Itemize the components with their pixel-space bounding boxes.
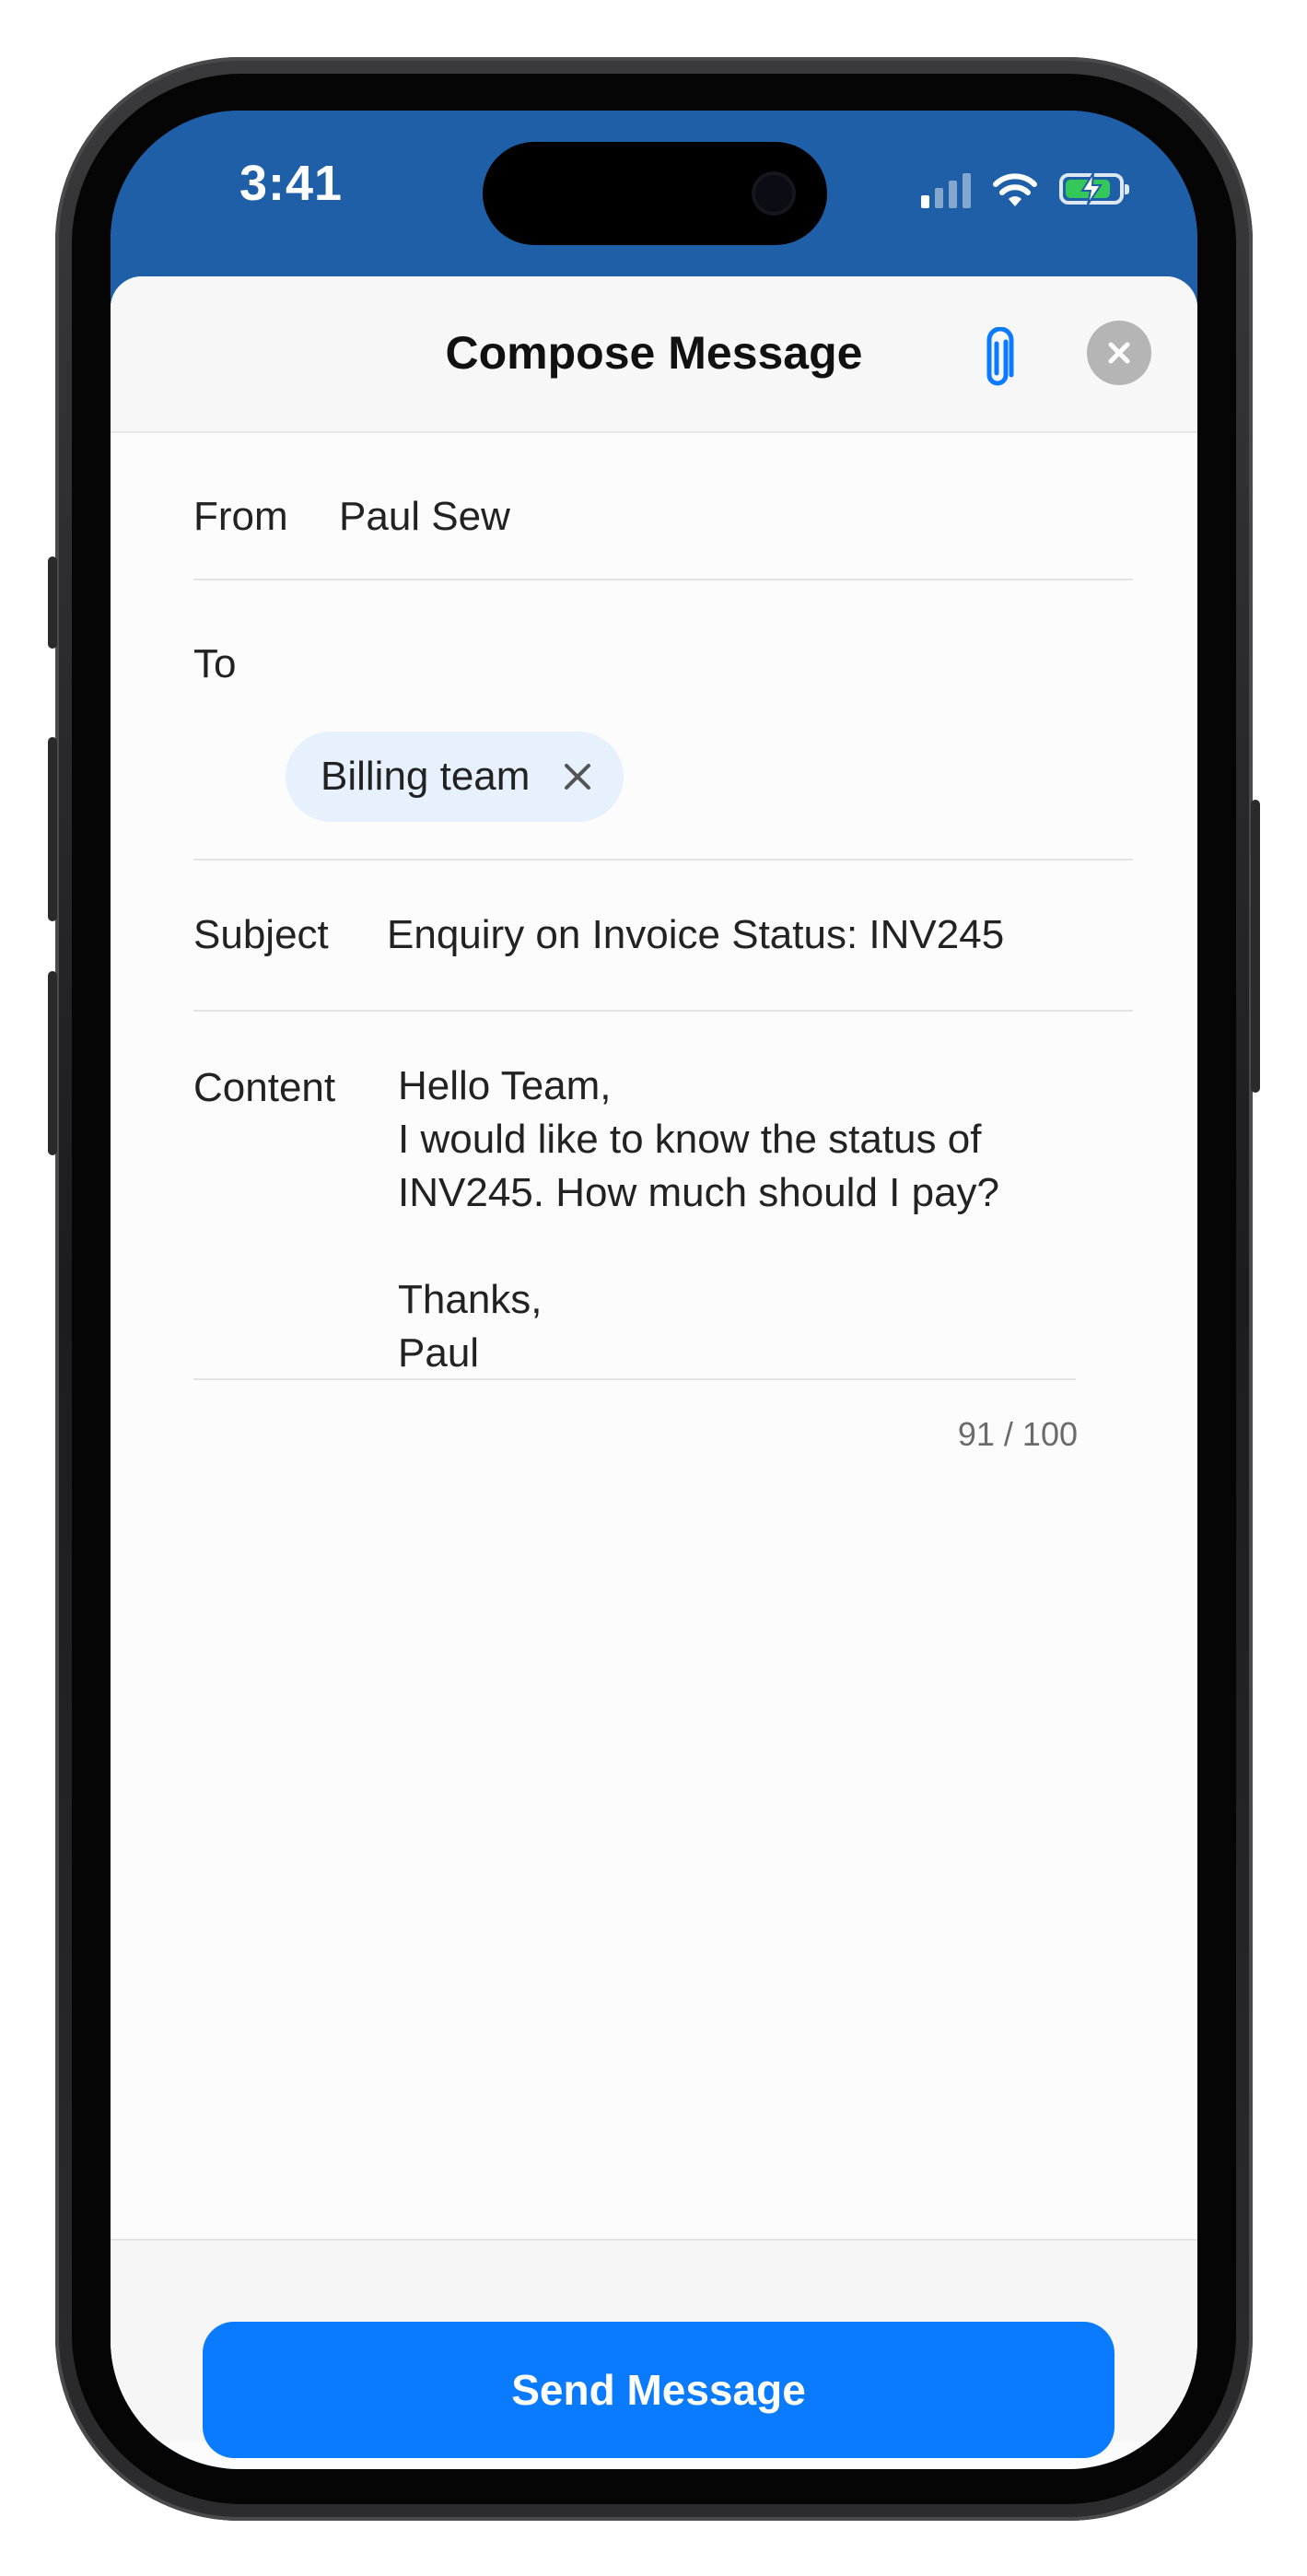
content-field[interactable]: Hello Team, I would like to know the sta…	[398, 1060, 1079, 1380]
sheet-header: Compose Message	[111, 276, 1197, 433]
close-button[interactable]	[1087, 321, 1151, 385]
subject-label: Subject	[193, 912, 329, 957]
page: 3:41 Compose Message From Paul Sew To Bi…	[0, 0, 1307, 2576]
cellular-signal-icon	[921, 171, 971, 208]
battery-charging-icon	[1059, 173, 1129, 205]
status-time: 3:41	[239, 156, 344, 211]
divider	[193, 859, 1133, 861]
remove-recipient-button[interactable]	[557, 756, 598, 797]
divider	[193, 1378, 1076, 1380]
power-button	[1251, 800, 1260, 1093]
recipient-chip[interactable]: Billing team	[286, 732, 624, 822]
send-message-button[interactable]: Send Message	[203, 2322, 1114, 2458]
page-title: Compose Message	[445, 327, 863, 379]
attach-button[interactable]	[967, 322, 1032, 396]
compose-sheet: Compose Message From Paul Sew To Billing…	[111, 276, 1197, 2469]
char-counter: 91 / 100	[957, 1415, 1078, 1453]
wifi-icon	[993, 173, 1037, 206]
status-icons	[921, 162, 1129, 208]
from-value: Paul Sew	[339, 494, 510, 539]
close-icon	[1108, 342, 1130, 364]
from-label: From	[193, 494, 288, 539]
volume-up-button	[48, 737, 57, 921]
phone-screen: 3:41 Compose Message From Paul Sew To Bi…	[111, 111, 1197, 2469]
divider	[193, 579, 1133, 580]
volume-down-button	[48, 971, 57, 1155]
to-label: To	[193, 641, 237, 686]
paperclip-icon	[986, 327, 1014, 386]
recipient-chip-label: Billing team	[321, 754, 531, 799]
content-label: Content	[193, 1065, 336, 1110]
action-button	[48, 556, 57, 649]
subject-field[interactable]: Enquiry on Invoice Status: INV245	[387, 912, 1004, 958]
x-icon	[565, 764, 591, 790]
status-bar: 3:41	[111, 111, 1197, 276]
divider	[193, 1010, 1133, 1012]
camera-icon	[755, 175, 792, 212]
dynamic-island	[483, 142, 827, 245]
